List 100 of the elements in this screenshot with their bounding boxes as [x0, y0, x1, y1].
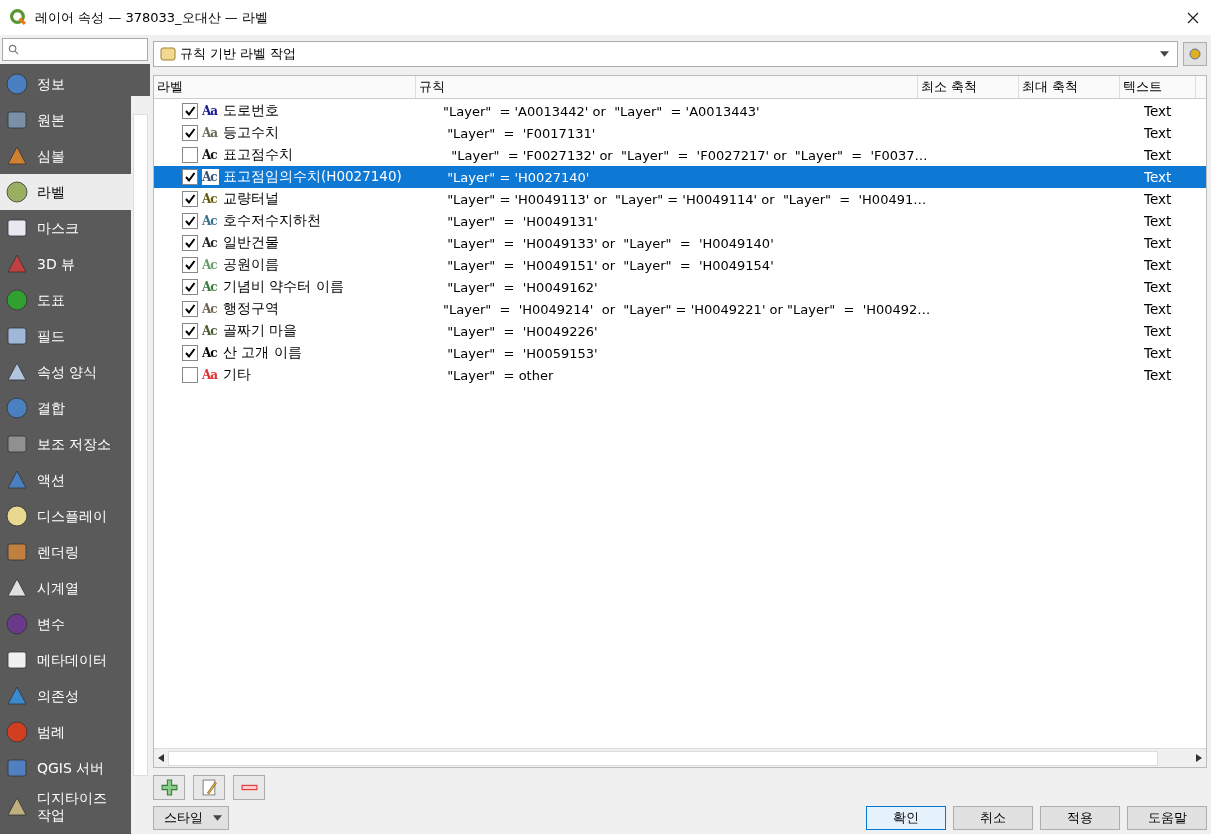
table-row[interactable]: Ac 행정구역 "Layer" = 'H0049214' or "Layer" = 'H0049221' or "Layer" = 'H00492… Text [154, 298, 1206, 320]
text-cell: Text [1144, 323, 1172, 339]
dialog-button[interactable]: 적용 [1040, 806, 1120, 830]
checkbox[interactable] [182, 213, 198, 229]
rule-label: 등고수치 [223, 124, 279, 142]
rule-expression: "Layer" = 'H0049162' [446, 279, 598, 295]
sidebar-item[interactable]: QGIS 서버 [0, 750, 131, 786]
rule-expression: "Layer" = 'F0027132' or "Layer" = 'F0027217' or "Layer" = 'F0037… [450, 147, 928, 163]
table-row[interactable]: Aa 기타 "Layer" = other Text [154, 364, 1206, 386]
search-icon [8, 44, 19, 55]
window-title: 레이어 속성 — 378033_오대산 — 라벨 [35, 8, 268, 27]
add-button[interactable] [153, 775, 185, 800]
sidebar-item[interactable]: 메타데이터 [0, 642, 131, 678]
left-arrow-icon [158, 754, 164, 762]
checkbox[interactable] [182, 169, 198, 185]
edit-button[interactable] [193, 775, 225, 800]
rule-expression: "Layer" = 'H0059153' [446, 345, 598, 361]
text-cell: Text [1144, 103, 1172, 119]
sidebar-item[interactable]: 액션 [0, 462, 131, 498]
checkbox[interactable] [182, 191, 198, 207]
checkbox[interactable] [182, 125, 198, 141]
table-row[interactable]: Ac 일반건물 "Layer" = 'H0049133' or "Layer" = 'H0049140' Text [154, 232, 1206, 254]
scrollbar[interactable] [131, 96, 150, 834]
sidebar-item[interactable]: 정보 [0, 66, 131, 102]
plus-icon [160, 779, 178, 796]
search-field[interactable] [2, 38, 148, 61]
sidebar-item[interactable]: 시계열 [0, 570, 131, 606]
qgis-logo-icon [10, 9, 27, 26]
sidebar-item[interactable]: 범례 [0, 714, 131, 750]
sidebar-item[interactable]: 보조 저장소 [0, 426, 131, 462]
sidebar-item[interactable]: 3D 뷰 [0, 246, 131, 282]
column-header[interactable]: 최대 축척 [1019, 76, 1120, 98]
checkbox[interactable] [182, 235, 198, 251]
column-header[interactable]: 라벨 [154, 76, 416, 98]
text-cell: Text [1144, 301, 1172, 317]
close-icon[interactable] [1187, 11, 1199, 24]
sidebar-item[interactable]: 렌더링 [0, 534, 131, 570]
rule-expression: "Layer" = 'H0049214' or "Layer" = 'H0049221' or "Layer" = 'H00492… [443, 301, 931, 317]
table-row[interactable]: Ac 표고점임의수치(H0027140) "Layer" = 'H0027140' Text [154, 166, 1206, 188]
rule-expression: "Layer" = 'H0049226' [446, 323, 598, 339]
column-header[interactable]: 텍스트 [1120, 76, 1196, 98]
rule-label: 공원이름 [223, 256, 279, 274]
caret-icon [213, 815, 222, 821]
checkbox[interactable] [182, 103, 198, 119]
sidebar-item[interactable]: 마스크 [0, 210, 131, 246]
checkbox[interactable] [182, 257, 198, 273]
table-row[interactable]: Ac 교량터널 "Layer" = 'H0049113' or "Layer" = 'H0049114' or "Layer" = 'H00491… Text [154, 188, 1206, 210]
sidebar-item[interactable]: 원본 [0, 102, 131, 138]
rule-expression: "Layer" = 'H0049151' or "Layer" = 'H0049154' [446, 257, 774, 273]
table-row[interactable]: Ac 골짜기 마을 "Layer" = 'H0049226' Text [154, 320, 1206, 342]
style-settings-button[interactable] [1183, 42, 1207, 66]
render-mode-dropdown[interactable]: 규칙 기반 라벨 작업 [153, 41, 1178, 67]
column-header[interactable]: 규칙 [416, 76, 918, 98]
sidebar-item[interactable]: 속성 양식 [0, 354, 131, 390]
rule-expression: "Layer" = 'H0049131' [446, 213, 598, 229]
table-row[interactable]: Ac 기념비 약수터 이름 "Layer" = 'H0049162' Text [154, 276, 1206, 298]
text-preview: Ac [202, 169, 219, 185]
column-header[interactable]: 최소 축척 [918, 76, 1019, 98]
checkbox[interactable] [182, 367, 198, 383]
checkbox[interactable] [182, 345, 198, 361]
rule-expression: "Layer" = 'H0027140' [446, 169, 590, 185]
rule-expression: "Layer" = 'H0049113' or "Layer" = 'H0049114' or "Layer" = 'H00491… [446, 191, 927, 207]
dialog-button[interactable]: 취소 [953, 806, 1033, 830]
dialog-button[interactable]: 도움말 [1127, 806, 1207, 830]
sidebar-item[interactable]: 심볼 [0, 138, 131, 174]
pencil-icon [200, 779, 218, 796]
checkbox[interactable] [182, 323, 198, 339]
table-row[interactable]: Ac 호수저수지하천 "Layer" = 'H0049131' Text [154, 210, 1206, 232]
checkbox[interactable] [182, 301, 198, 317]
table-row[interactable]: Aa 도로번호 "Layer" = 'A0013442' or "Layer" = 'A0013443' Text [154, 100, 1206, 122]
sidebar-item[interactable]: 디스플레이 [0, 498, 131, 534]
table-row[interactable]: Ac 공원이름 "Layer" = 'H0049151' or "Layer" = 'H0049154' Text [154, 254, 1206, 276]
text-cell: Text [1144, 169, 1172, 185]
sidebar-item[interactable]: 결합 [0, 390, 131, 426]
table-row[interactable]: Ac 산 고개 이름 "Layer" = 'H0059153' Text [154, 342, 1206, 364]
remove-button[interactable] [233, 775, 265, 800]
text-cell: Text [1144, 367, 1172, 383]
rule-label: 도로번호 [223, 102, 279, 120]
text-cell: Text [1144, 279, 1172, 295]
sidebar-item[interactable]: 도표 [0, 282, 131, 318]
rule-label: 호수저수지하천 [223, 212, 321, 230]
rule-label: 표고점수치 [223, 146, 293, 164]
table-row[interactable]: Aa 등고수치 "Layer" = 'F0017131' Text [154, 122, 1206, 144]
text-cell: Text [1144, 191, 1172, 207]
sidebar-item[interactable]: 디지타이즈 작업 [0, 786, 131, 828]
dialog-button[interactable]: 확인 [866, 806, 946, 830]
checkbox[interactable] [182, 147, 198, 163]
horizontal-scrollbar[interactable] [154, 748, 1206, 767]
sidebar-item[interactable]: 의존성 [0, 678, 131, 714]
checkbox[interactable] [182, 279, 198, 295]
style-dropdown[interactable]: 스타일 [153, 806, 229, 830]
sidebar-item[interactable]: 필드 [0, 318, 131, 354]
rule-expression: "Layer" = 'F0017131' [446, 125, 596, 141]
table-row[interactable]: Ac 표고점수치 "Layer" = 'F0027132' or "Layer" = 'F0027217' or "Layer" = 'F0037… Text [154, 144, 1206, 166]
rule-label: 행정구역 [223, 300, 279, 318]
rule-label: 교량터널 [223, 190, 279, 208]
sidebar-item[interactable]: 라벨 [0, 174, 131, 210]
text-cell: Text [1144, 125, 1172, 141]
rule-expression: "Layer" = 'H0049133' or "Layer" = 'H0049140' [446, 235, 774, 251]
sidebar-item[interactable]: 변수 [0, 606, 131, 642]
